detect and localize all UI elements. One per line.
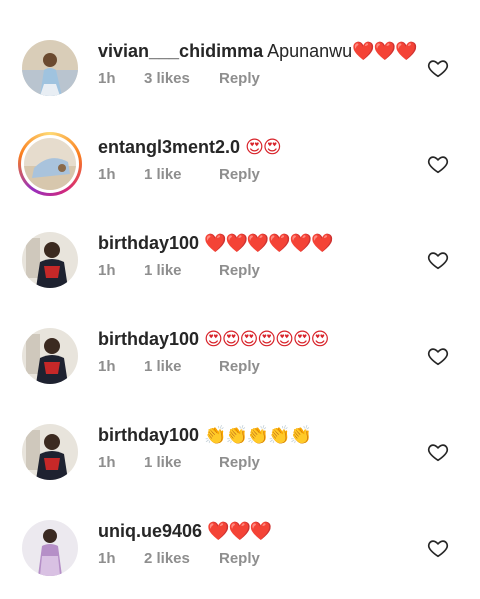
comment-emojis: ❤️❤️❤️ [207, 521, 272, 541]
comment-time: 1h [98, 166, 116, 183]
comment-item: entangl3ment2.0 😍😍 1h 1 like Reply [0, 126, 480, 222]
comment-text: uniq.ue9406 ❤️❤️❤️ [98, 519, 272, 543]
reply-button[interactable]: Reply [219, 454, 260, 471]
reply-button[interactable]: Reply [219, 166, 260, 183]
comment-likes[interactable]: 2 likes [144, 550, 219, 567]
avatar-story-ring[interactable] [18, 132, 82, 196]
comment-time: 1h [98, 550, 116, 567]
comment-text: entangl3ment2.0 😍😍 [98, 135, 282, 159]
comment-meta: 1h 3 likes Reply [98, 70, 260, 87]
comment-item: vivian___chidimma Apunanwu❤️❤️❤️ 1h 3 li… [0, 30, 480, 126]
avatar[interactable] [22, 232, 78, 288]
avatar [24, 138, 76, 190]
avatar[interactable] [22, 40, 78, 96]
comment-meta: 1h 1 like Reply [98, 166, 260, 183]
comment-username[interactable]: entangl3ment2.0 [98, 137, 240, 157]
comment-text: vivian___chidimma Apunanwu❤️❤️❤️ [98, 39, 417, 63]
heart-outline-icon[interactable] [427, 345, 449, 367]
reply-button[interactable]: Reply [219, 550, 260, 567]
comment-username[interactable]: birthday100 [98, 329, 199, 349]
comment-item: uniq.ue9406 ❤️❤️❤️ 1h 2 likes Reply [0, 510, 480, 599]
reply-button[interactable]: Reply [219, 70, 260, 87]
comment-likes[interactable]: 1 like [144, 262, 219, 279]
reply-button[interactable]: Reply [219, 358, 260, 375]
comment-emojis: 😍😍 [245, 137, 282, 157]
comment-likes[interactable]: 1 like [144, 166, 219, 183]
comment-username[interactable]: birthday100 [98, 233, 199, 253]
comment-username[interactable]: uniq.ue9406 [98, 521, 202, 541]
comment-item: birthday100 👏👏👏👏👏 1h 1 like Reply [0, 414, 480, 510]
avatar[interactable] [22, 520, 78, 576]
comment-time: 1h [98, 262, 116, 279]
comment-likes[interactable]: 1 like [144, 454, 219, 471]
comment-username[interactable]: birthday100 [98, 425, 199, 445]
reply-button[interactable]: Reply [219, 262, 260, 279]
heart-outline-icon[interactable] [427, 153, 449, 175]
comment-meta: 1h 1 like Reply [98, 454, 260, 471]
comment-meta: 1h 2 likes Reply [98, 550, 260, 567]
comment-emojis: ❤️❤️❤️ [352, 41, 417, 61]
heart-outline-icon[interactable] [427, 537, 449, 559]
comment-text: birthday100 ❤️❤️❤️❤️❤️❤️ [98, 231, 334, 255]
comment-text: birthday100 👏👏👏👏👏 [98, 423, 312, 447]
heart-outline-icon[interactable] [427, 57, 449, 79]
comment-emojis: 👏👏👏👏👏 [204, 425, 312, 445]
comment-time: 1h [98, 454, 116, 471]
comment-time: 1h [98, 358, 116, 375]
comment-meta: 1h 1 like Reply [98, 358, 260, 375]
heart-outline-icon[interactable] [427, 441, 449, 463]
comment-likes[interactable]: 1 like [144, 358, 219, 375]
avatar[interactable] [22, 424, 78, 480]
comment-body: Apunanwu [263, 41, 353, 61]
comment-emojis: 😍😍😍😍😍😍😍 [204, 329, 329, 349]
comment-time: 1h [98, 70, 116, 87]
comment-item: birthday100 😍😍😍😍😍😍😍 1h 1 like Reply [0, 318, 480, 414]
comment-meta: 1h 1 like Reply [98, 262, 260, 279]
comment-username[interactable]: vivian___chidimma [98, 41, 263, 61]
comment-item: birthday100 ❤️❤️❤️❤️❤️❤️ 1h 1 like Reply [0, 222, 480, 318]
comment-emojis: ❤️❤️❤️❤️❤️❤️ [204, 233, 333, 253]
comment-text: birthday100 😍😍😍😍😍😍😍 [98, 327, 329, 351]
heart-outline-icon[interactable] [427, 249, 449, 271]
avatar[interactable] [22, 328, 78, 384]
comment-likes[interactable]: 3 likes [144, 70, 219, 87]
